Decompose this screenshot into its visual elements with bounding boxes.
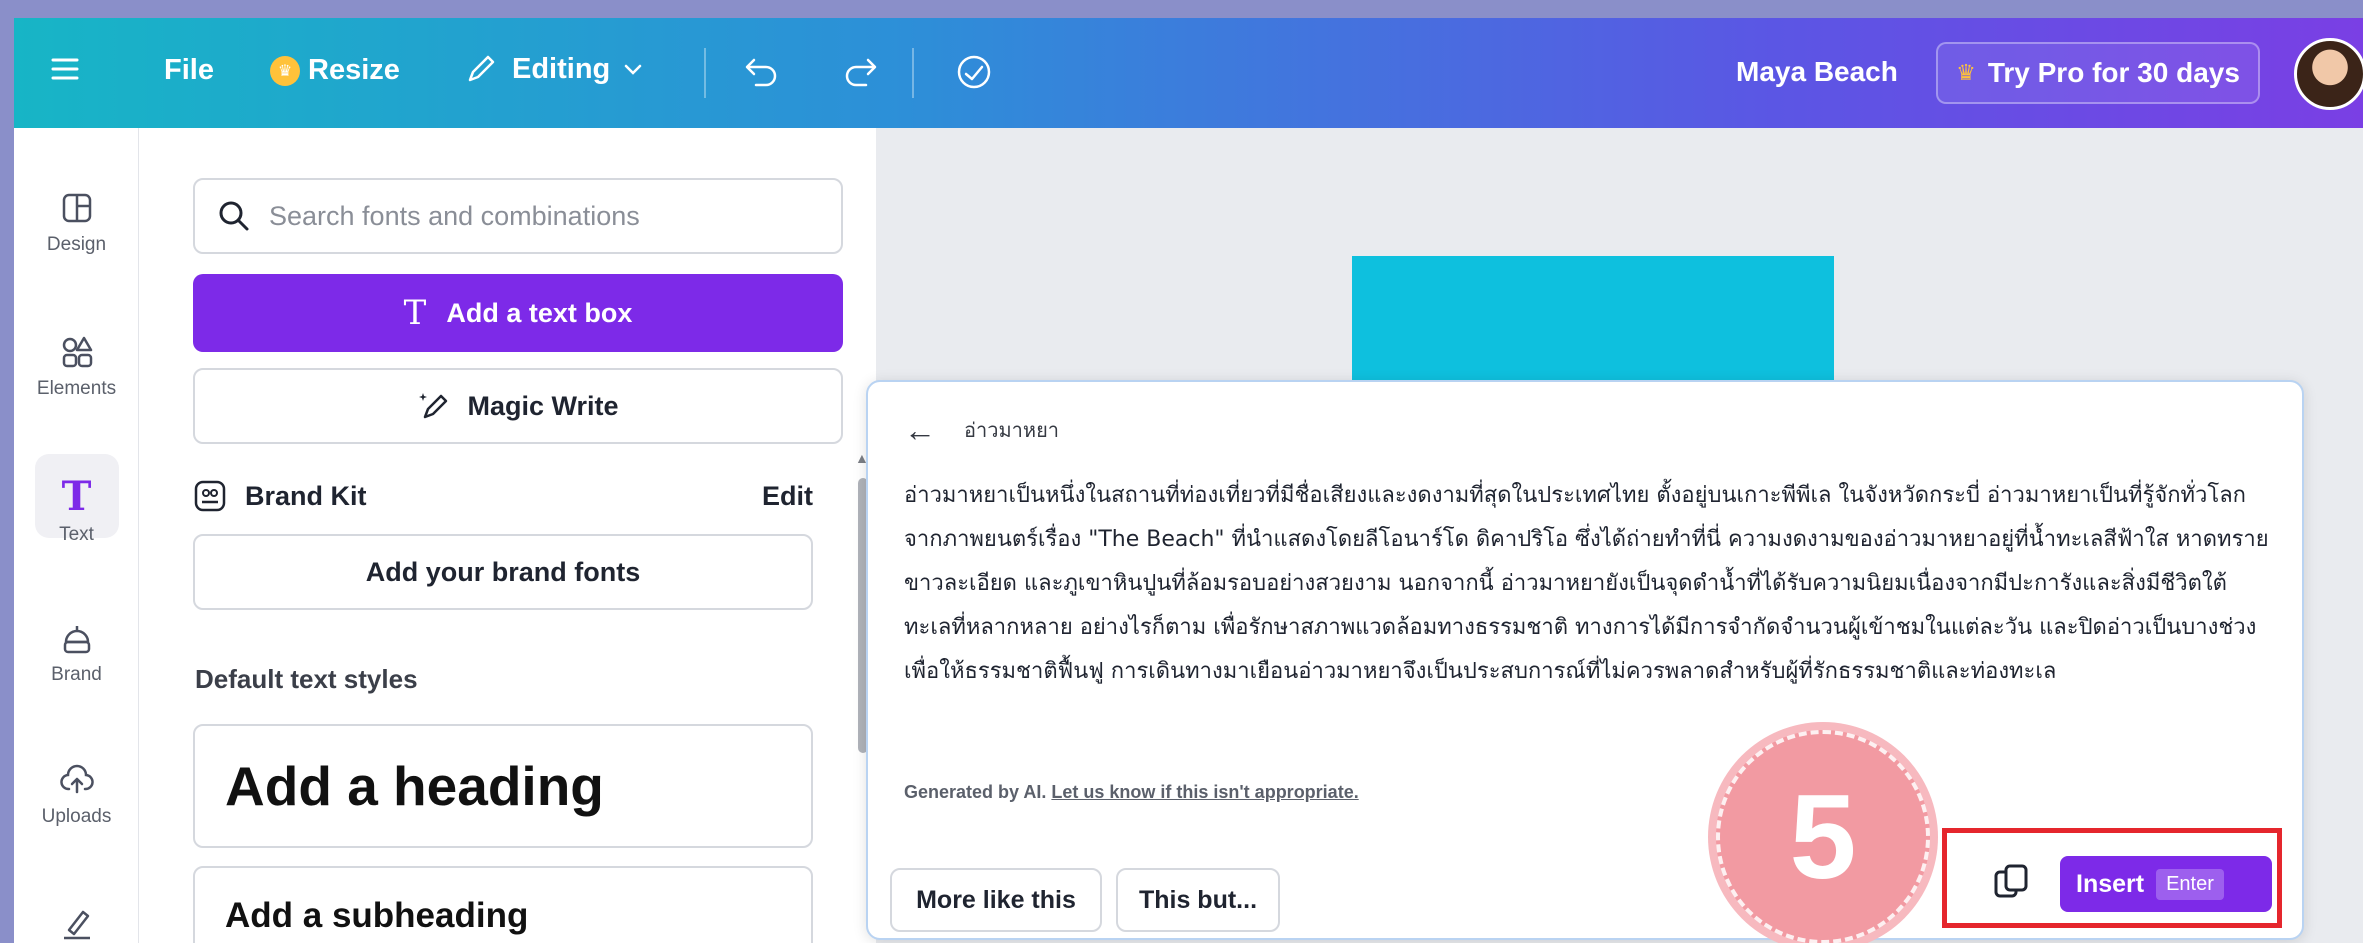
crown-icon: ♛ [1956,60,1976,85]
redo-button[interactable] [840,54,880,88]
top-bar: File ♛ Resize Editing Maya Beach ♛ Try P… [14,18,2363,128]
add-text-box-label: Add a text box [446,297,633,328]
add-subheading-label: Add a subheading [225,896,529,935]
search-placeholder: Search fonts and combinations [269,200,640,231]
text-panel: Search fonts and combinations T Add a te… [139,128,876,943]
avatar[interactable] [2294,38,2363,110]
try-pro-button[interactable]: ♛ Try Pro for 30 days [1936,42,2260,104]
editing-label: Editing [512,52,611,85]
rail-item-text[interactable]: T Text [14,454,139,546]
magic-write-label: Magic Write [467,390,619,421]
add-text-box-button[interactable]: T Add a text box [193,274,843,352]
resize-button[interactable]: ♛ Resize [270,54,400,87]
rail-item-design[interactable]: Design [14,182,139,256]
feedback-link[interactable]: Let us know if this isn't appropriate. [1051,782,1358,802]
add-subheading-button[interactable]: Add a subheading [193,866,813,943]
copy-icon[interactable] [1990,860,2034,904]
search-input[interactable]: Search fonts and combinations [193,178,843,254]
enter-shortcut-badge: Enter [2156,868,2224,900]
insert-button[interactable]: Insert Enter [2060,856,2272,912]
resize-label: Resize [308,54,400,86]
layout-icon [51,182,103,234]
rail-item-elements[interactable]: Elements [14,326,139,400]
ai-disclaimer: Generated by AI. Let us know if this isn… [904,782,1359,803]
brand-icon [51,612,103,664]
hamburger-menu-icon[interactable] [48,52,82,86]
this-but-button[interactable]: This but... [1116,868,1280,932]
rail-label: Text [59,524,94,545]
rail-label: Design [46,234,107,255]
divider [704,48,706,98]
dialog-title: อ่าวมาหยา [964,420,1060,442]
magic-write-button[interactable]: Magic Write [193,368,843,444]
project-name[interactable]: Maya Beach [1736,56,1898,88]
project-name-label: Maya Beach [1736,56,1898,87]
add-brand-fonts-label: Add your brand fonts [365,556,641,587]
brand-kit-row: Brand Kit Edit [193,473,813,519]
left-rail: Design Elements T Text Brand Uploads [14,128,139,943]
brand-kit-label: Brand Kit [245,480,367,511]
default-text-styles-heading: Default text styles [195,664,418,694]
rail-label: Elements [36,378,117,399]
magic-pen-icon [419,393,448,419]
rail-label: Uploads [41,806,112,827]
text-icon: T [403,293,427,333]
rail-item-uploads[interactable]: Uploads [14,754,139,828]
this-but-label: This but... [1138,885,1258,914]
cloud-save-status[interactable] [952,52,996,92]
rail-label: Brand [51,664,102,685]
redo-icon [845,58,877,87]
dialog-header: ← อ่าวมาหยา [904,414,1059,446]
rail-item-draw[interactable] [14,898,139,943]
search-icon [219,201,249,231]
step-number: 5 [1789,770,1857,904]
generated-text: อ่าวมาหยาเป็นหนึ่งในสถานที่ท่องเที่ยวที่… [904,483,2269,684]
brand-kit-icon [194,480,226,512]
insert-label: Insert [2076,869,2145,898]
undo-icon [745,58,777,87]
editing-mode-dropdown[interactable]: Editing [464,52,644,86]
undo-button[interactable] [742,54,782,88]
divider [912,48,914,98]
rail-item-brand[interactable]: Brand [14,612,139,686]
add-brand-fonts-button[interactable]: Add your brand fonts [193,534,813,610]
shapes-icon [51,326,103,378]
chevron-down-icon [625,64,642,75]
back-arrow-icon[interactable]: ← [904,414,936,446]
step-number-badge: 5 [1716,730,1930,943]
crown-icon: ♛ [270,55,300,86]
file-menu[interactable]: File [164,54,214,87]
brand-kit-edit-link[interactable]: Edit [762,481,813,512]
draw-icon [51,898,103,943]
add-heading-label: Add a heading [225,755,604,817]
add-heading-button[interactable]: Add a heading [193,724,813,848]
upload-cloud-icon [51,754,103,806]
generated-by-label: Generated by AI. [904,782,1047,802]
more-like-this-label: More like this [916,885,1076,914]
file-menu-label: File [164,54,214,86]
more-like-this-button[interactable]: More like this [890,868,1102,932]
cloud-check-icon [957,55,991,89]
pencil-icon [468,55,495,82]
try-pro-label: Try Pro for 30 days [1987,57,2240,88]
